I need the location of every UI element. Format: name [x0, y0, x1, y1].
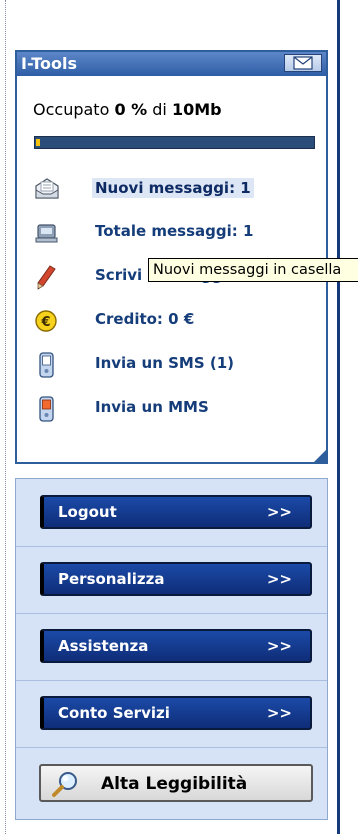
- alta-leggibilita-button[interactable]: Alta Leggibilità: [39, 764, 313, 802]
- alta-leggibilita-cell: Alta Leggibilità: [16, 747, 327, 814]
- send-mms-link[interactable]: Invia un MMS: [33, 392, 323, 426]
- logout-button[interactable]: Logout >>: [40, 495, 312, 529]
- personalizza-arrow-icon: >>: [266, 570, 292, 588]
- usage-percent: 0 %: [114, 100, 148, 119]
- assistenza-button[interactable]: Assistenza >>: [40, 629, 312, 663]
- phone-mms-icon: [39, 396, 54, 422]
- storage-usage-text: Occupato 0 % di 10Mb: [33, 100, 222, 119]
- alta-leggibilita-label: Alta Leggibilità: [101, 774, 248, 794]
- panel-title: I-Tools: [21, 54, 78, 73]
- panel-header: I-Tools: [17, 52, 326, 76]
- button-menu: Logout >> Personalizza >> Assistenza >> …: [15, 478, 328, 820]
- left-dotted-border: [5, 0, 6, 834]
- new-messages-label[interactable]: Nuovi messaggi: 1: [92, 178, 254, 198]
- credit-link[interactable]: € Credito: 0 €: [33, 304, 323, 338]
- tooltip: Nuovi messaggi in casella: [148, 258, 358, 282]
- conto-servizi-cell: Conto Servizi >>: [16, 680, 327, 748]
- logout-label: Logout: [58, 503, 117, 521]
- right-divider: [337, 0, 340, 834]
- mail-envelope-icon[interactable]: [284, 54, 322, 72]
- personalizza-cell: Personalizza >>: [16, 546, 327, 614]
- phone-sms-icon: [39, 352, 54, 378]
- send-sms-link[interactable]: Invia un SMS (1): [33, 348, 323, 382]
- storage-progress-bar: [34, 136, 315, 149]
- assistenza-label: Assistenza: [58, 637, 149, 655]
- send-mms-label[interactable]: Invia un MMS: [95, 398, 209, 416]
- magnifier-icon: [52, 772, 77, 797]
- euro-coin-icon: €: [35, 310, 57, 332]
- logout-arrow-icon: >>: [266, 503, 292, 521]
- conto-servizi-arrow-icon: >>: [266, 704, 292, 722]
- svg-text:€: €: [40, 315, 50, 330]
- itools-panel: I-Tools Occupato 0 % di 10Mb Nuovi messa…: [15, 50, 328, 464]
- send-sms-label[interactable]: Invia un SMS (1): [95, 354, 234, 372]
- conto-servizi-label: Conto Servizi: [58, 704, 170, 722]
- storage-progress-fill: [36, 139, 40, 146]
- personalizza-button[interactable]: Personalizza >>: [40, 562, 312, 596]
- conto-servizi-button[interactable]: Conto Servizi >>: [40, 696, 312, 730]
- total-messages-label[interactable]: Totale messaggi: 1: [95, 222, 253, 240]
- inbox-icon: [35, 178, 59, 199]
- usage-total: 10Mb: [171, 100, 222, 119]
- assistenza-cell: Assistenza >>: [16, 613, 327, 681]
- usage-prefix: Occupato: [33, 100, 115, 119]
- messages-icon: [35, 224, 58, 243]
- total-messages-link[interactable]: Totale messaggi: 1: [33, 216, 323, 250]
- logout-cell: Logout >>: [16, 479, 327, 547]
- panel-corner-decoration: [312, 448, 328, 464]
- assistenza-arrow-icon: >>: [266, 637, 292, 655]
- personalizza-label: Personalizza: [58, 570, 165, 588]
- new-messages-link[interactable]: Nuovi messaggi: 1: [33, 172, 323, 206]
- usage-mid: di: [147, 100, 172, 119]
- credit-label[interactable]: Credito: 0 €: [95, 310, 194, 328]
- pencil-icon: [37, 265, 56, 290]
